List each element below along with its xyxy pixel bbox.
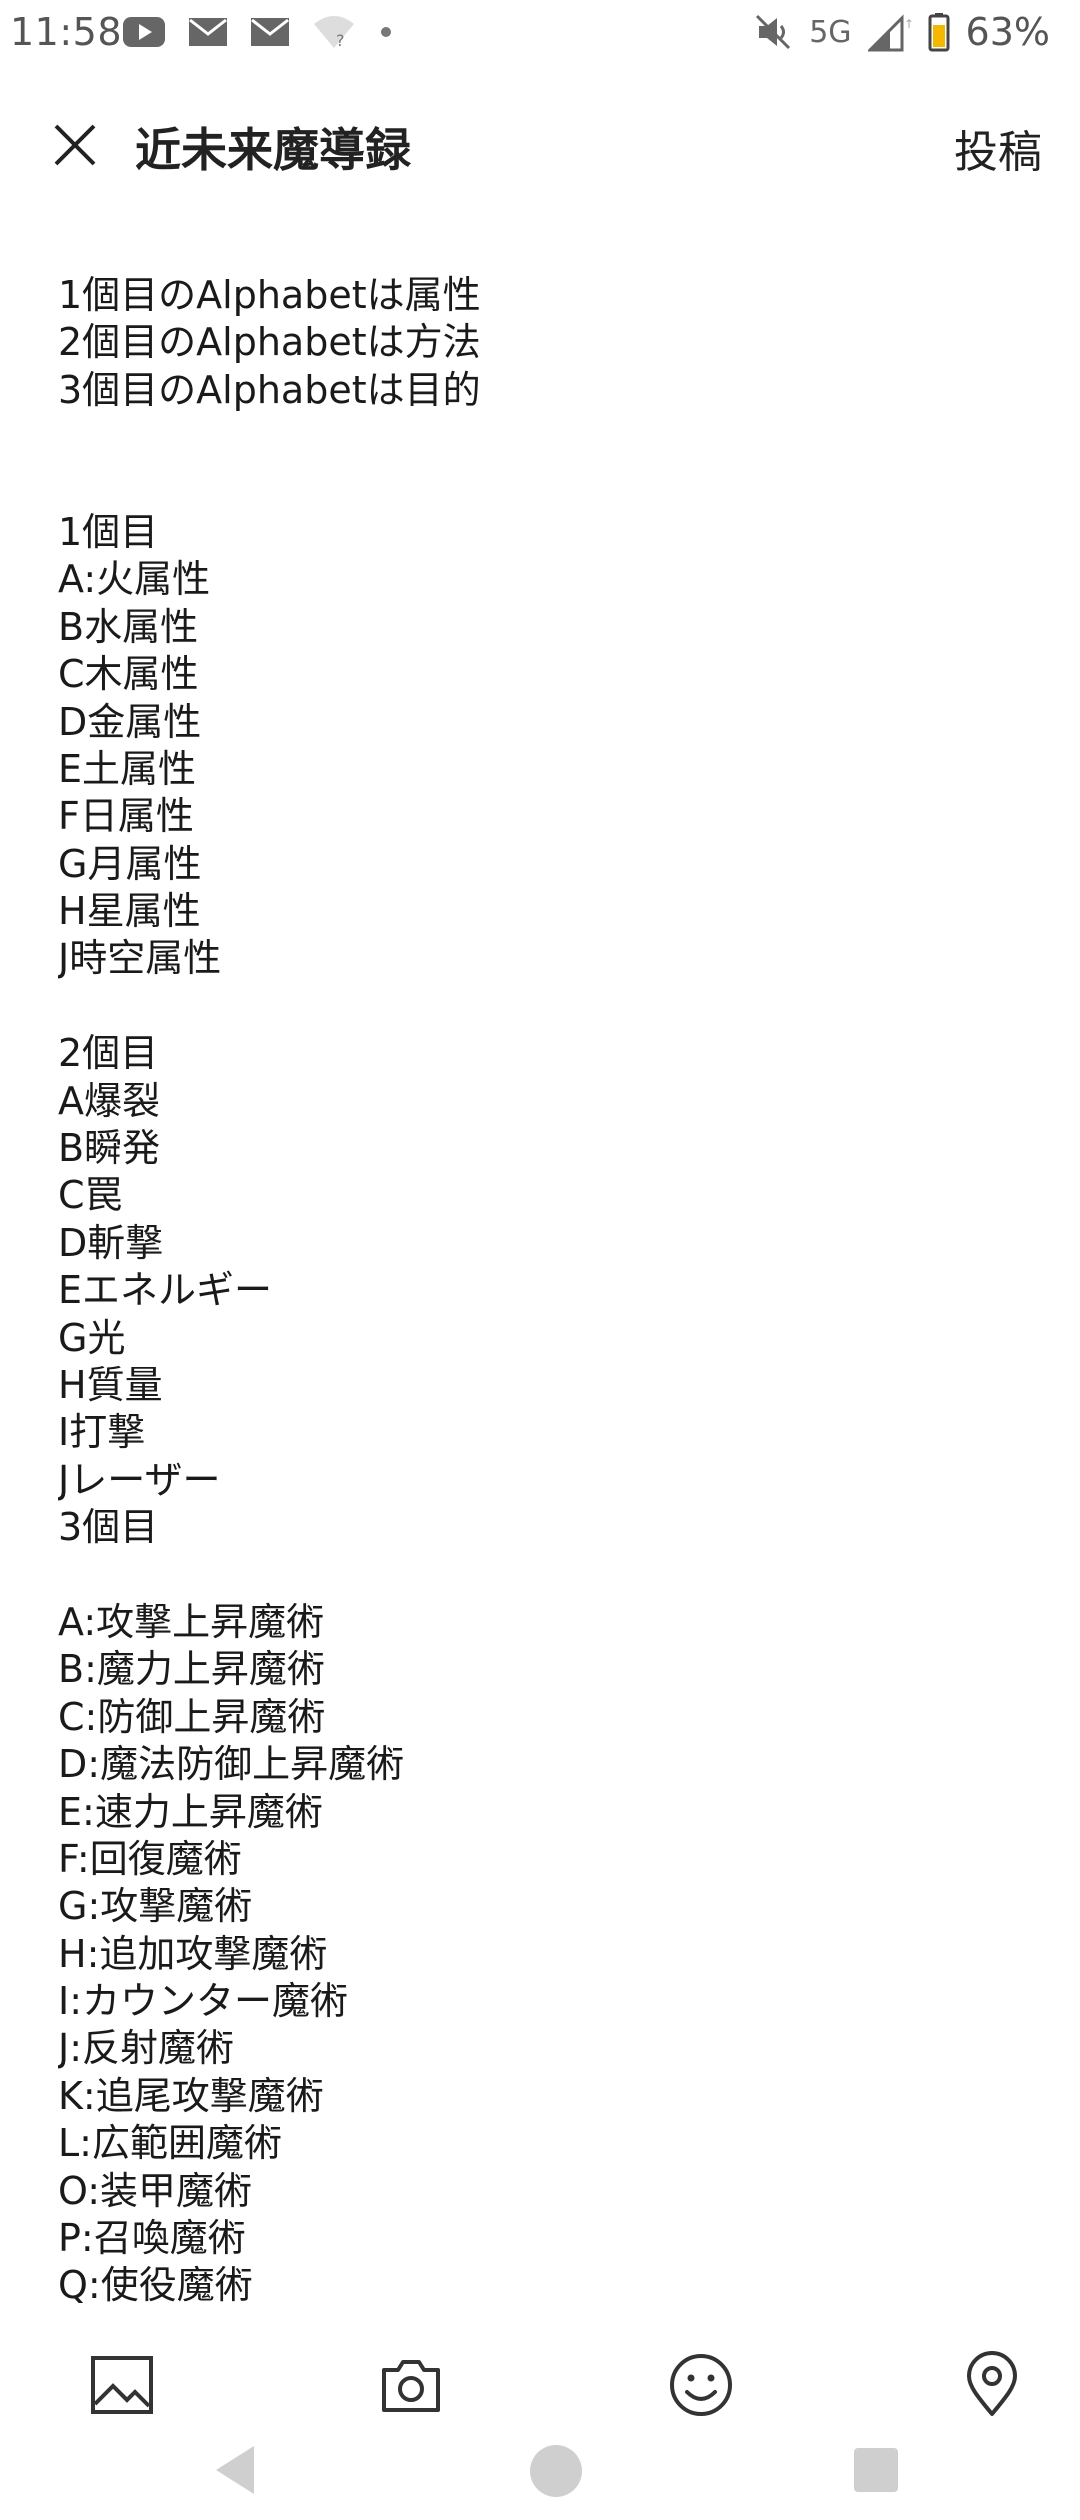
text-line: E土属性 bbox=[58, 746, 197, 791]
mute-icon bbox=[756, 14, 791, 50]
close-icon[interactable] bbox=[50, 120, 100, 170]
text-line: G:攻撃魔術 bbox=[58, 1884, 253, 1929]
image-icon[interactable] bbox=[87, 2350, 157, 2420]
text-line bbox=[58, 414, 1038, 461]
text-line: I:カウンター魔術 bbox=[58, 1979, 349, 2024]
text-line: D:魔法防御上昇魔術 bbox=[58, 1742, 405, 1787]
back-icon[interactable] bbox=[210, 2440, 260, 2500]
app-bar: 近未来魔導録 投稿 bbox=[0, 100, 1080, 190]
attachment-toolbar bbox=[0, 2330, 1080, 2440]
status-time: 11:58 bbox=[10, 10, 123, 54]
text-line bbox=[58, 1552, 1038, 1599]
network-type: 5G bbox=[809, 14, 852, 50]
svg-text:↑: ↑ bbox=[904, 17, 912, 31]
signal-icon: ↑ bbox=[867, 14, 912, 52]
text-line: F:回復魔術 bbox=[58, 1836, 242, 1881]
mail-icon bbox=[251, 18, 289, 46]
text-line: 1個目 bbox=[58, 509, 159, 554]
text-line: H質量 bbox=[58, 1362, 163, 1407]
recents-icon[interactable] bbox=[852, 2446, 900, 2494]
system-nav-bar bbox=[0, 2440, 1080, 2520]
text-line: Q:使役魔術 bbox=[58, 2263, 253, 2307]
text-line: F日属性 bbox=[58, 794, 194, 839]
text-line: K:追尾攻撃魔術 bbox=[58, 2073, 324, 2118]
battery-icon bbox=[928, 13, 950, 52]
location-pin-icon[interactable] bbox=[957, 2350, 1027, 2420]
youtube-icon bbox=[123, 17, 165, 47]
text-line: G月属性 bbox=[58, 841, 202, 886]
text-line bbox=[58, 983, 1038, 1030]
emoji-icon[interactable] bbox=[666, 2350, 736, 2420]
home-icon[interactable] bbox=[528, 2443, 584, 2499]
wifi-unknown-icon: ? bbox=[314, 16, 354, 50]
post-button[interactable]: 投稿 bbox=[954, 116, 1042, 180]
camera-icon[interactable] bbox=[376, 2350, 446, 2420]
text-line: B瞬発 bbox=[58, 1126, 161, 1171]
status-bar: 11:58 ? 5G ↑ 63% bbox=[0, 0, 1080, 66]
text-line: 3個目のAlphabetは目的 bbox=[58, 367, 481, 412]
text-line: Jレーザー bbox=[58, 1457, 221, 1502]
battery-percent: 63% bbox=[965, 10, 1050, 54]
text-line: L:広範囲魔術 bbox=[58, 2121, 282, 2166]
text-line: E:速力上昇魔術 bbox=[58, 1789, 323, 1834]
text-line: J時空属性 bbox=[58, 936, 222, 981]
status-right: 5G ↑ 63% bbox=[753, 10, 1050, 54]
text-line: O:装甲魔術 bbox=[58, 2168, 253, 2213]
mail-icon bbox=[189, 18, 227, 46]
text-line: C罠 bbox=[58, 1173, 123, 1218]
text-line: H:追加攻撃魔術 bbox=[58, 1931, 328, 1976]
post-body-textarea[interactable]: 1個目のAlphabetは属性 2個目のAlphabetは方法 3個目のAlphab… bbox=[58, 272, 1038, 2307]
text-line: I打撃 bbox=[58, 1410, 146, 1455]
dot-icon bbox=[381, 27, 391, 37]
notification-icons: ? bbox=[122, 14, 394, 50]
text-line: B:魔力上昇魔術 bbox=[58, 1647, 325, 1692]
svg-text:?: ? bbox=[336, 31, 345, 50]
text-line: 2個目 bbox=[58, 1031, 159, 1076]
text-line: 1個目のAlphabetは属性 bbox=[58, 273, 481, 317]
text-line: 3個目 bbox=[58, 1505, 159, 1550]
text-line: A:火属性 bbox=[58, 557, 211, 602]
text-line: C木属性 bbox=[58, 652, 199, 697]
text-line bbox=[58, 462, 1038, 509]
text-line: J:反射魔術 bbox=[58, 2026, 235, 2071]
text-line: D金属性 bbox=[58, 699, 202, 744]
text-line: Eエネルギー bbox=[58, 1268, 273, 1313]
text-line: 2個目のAlphabetは方法 bbox=[58, 320, 481, 365]
text-line: C:防御上昇魔術 bbox=[58, 1694, 326, 1739]
text-line: P:召喚魔術 bbox=[58, 2216, 246, 2261]
text-line: D斬撃 bbox=[58, 1220, 164, 1265]
text-line: A:攻撃上昇魔術 bbox=[58, 1599, 325, 1644]
page-title: 近未来魔導録 bbox=[135, 123, 411, 177]
text-line: G光 bbox=[58, 1315, 126, 1360]
text-line: H星属性 bbox=[58, 889, 201, 934]
text-line: B水属性 bbox=[58, 604, 199, 649]
text-line: A爆裂 bbox=[58, 1078, 160, 1123]
